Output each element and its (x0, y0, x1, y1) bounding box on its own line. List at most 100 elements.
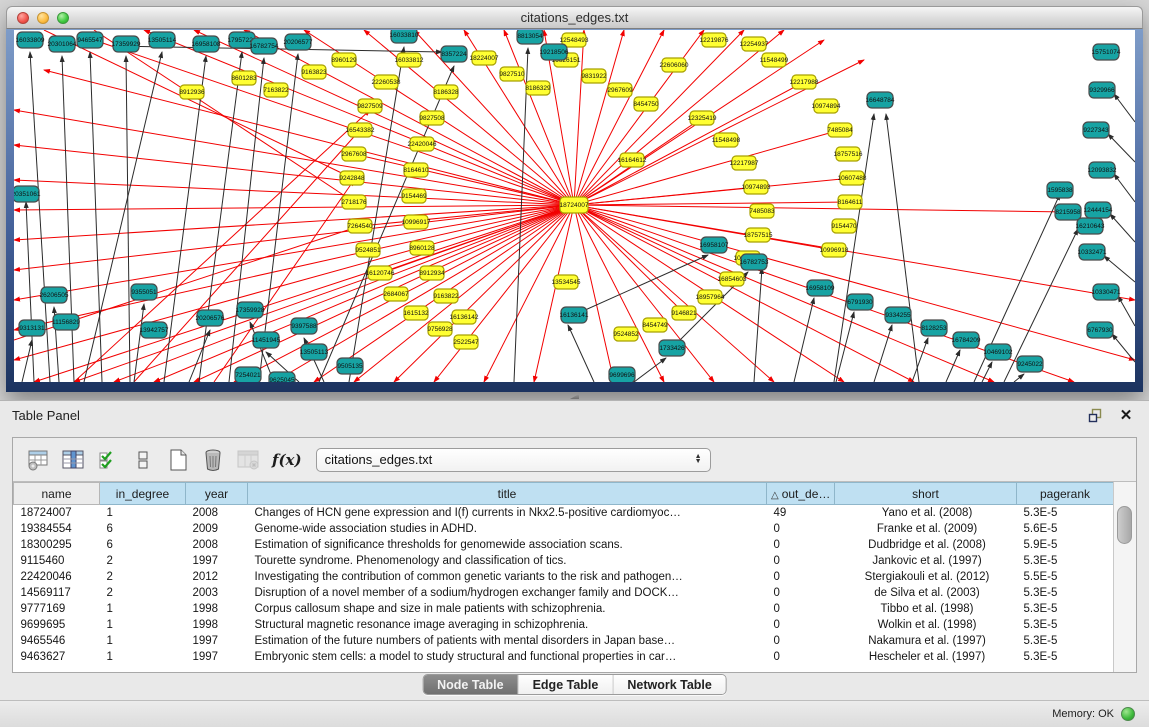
table-row[interactable]: 1456911722003Disruption of a novel membe… (14, 585, 1114, 601)
graph-node[interactable]: 12217987 (730, 156, 759, 170)
graph-node[interactable]: 8813054 (517, 30, 543, 44)
table-row[interactable]: 977716911998Corpus callosum shape and si… (14, 601, 1114, 617)
table-cell[interactable]: 5.9E-5 (1017, 537, 1114, 553)
graph-node[interactable]: 7163822 (263, 83, 289, 97)
graph-node[interactable]: 16854603 (718, 272, 747, 286)
table-cell[interactable]: Estimation of significance thresholds fo… (248, 537, 767, 553)
graph-node[interactable]: 17359929 (112, 36, 141, 52)
graph-node[interactable]: 9524851 (355, 243, 381, 257)
table-selector-dropdown[interactable]: citations_edges.txt ▲▼ (316, 448, 711, 472)
graph-node[interactable]: 20351061 (14, 186, 41, 202)
graph-node[interactable]: 9163823 (301, 65, 327, 79)
network-canvas[interactable]: 1603381222260538982750916543382296760892… (14, 30, 1135, 382)
graph-node[interactable]: 16958108 (192, 36, 221, 52)
table-cell[interactable]: Tourette syndrome. Phenomenology and cla… (248, 553, 767, 569)
table-cell[interactable]: 18300295 (14, 537, 100, 553)
graph-node[interactable]: 10974893 (742, 180, 771, 194)
tab-node-table[interactable]: Node Table (423, 675, 518, 694)
graph-node[interactable]: 7485084 (827, 123, 853, 137)
table-cell[interactable]: 9777169 (14, 601, 100, 617)
tab-network-table[interactable]: Network Table (613, 675, 726, 694)
tab-edge-table[interactable]: Edge Table (519, 675, 614, 694)
table-cell[interactable]: Yano et al. (2008) (835, 505, 1017, 521)
graph-node[interactable]: 11548498 (712, 133, 741, 147)
table-cell[interactable]: 0 (767, 601, 835, 617)
float-panel-icon[interactable] (1085, 406, 1107, 424)
graph-node[interactable]: 10607488 (838, 171, 867, 185)
graph-node[interactable]: 2718176 (341, 195, 367, 209)
table-cell[interactable]: 5.3E-5 (1017, 633, 1114, 649)
graph-node[interactable]: 22420046 (408, 137, 437, 151)
graph-node[interactable]: 16782754 (250, 38, 279, 54)
table-cell[interactable]: Embryonic stem cells: a model to study s… (248, 649, 767, 665)
zoom-window-button[interactable] (57, 12, 69, 24)
graph-node[interactable]: 20206577 (284, 34, 313, 50)
graph-node[interactable]: 16648784 (866, 92, 895, 108)
graph-node[interactable]: 7485083 (749, 204, 775, 218)
graph-node[interactable]: 9524852 (613, 327, 639, 341)
table-cell[interactable]: Stergiakouli et al. (2012) (835, 569, 1017, 585)
graph-node[interactable]: 12254937 (740, 37, 769, 51)
graph-node[interactable]: 8912936 (179, 85, 205, 99)
table-cell[interactable]: 2 (100, 585, 186, 601)
table-cell[interactable]: 6 (100, 521, 186, 537)
table-cell[interactable]: 19384554 (14, 521, 100, 537)
graph-node[interactable]: 8164610 (403, 163, 429, 177)
column-header-year[interactable]: year (186, 483, 248, 505)
graph-node[interactable]: 6767930 (1087, 322, 1113, 338)
table-cell[interactable]: 0 (767, 585, 835, 601)
column-header-name[interactable]: name (14, 483, 100, 505)
graph-node[interactable]: 9625045 (269, 372, 295, 382)
graph-node[interactable]: 12325419 (688, 111, 717, 125)
table-row[interactable]: 1872400712008Changes of HCN gene express… (14, 505, 1114, 521)
table-cell[interactable]: 1 (100, 633, 186, 649)
graph-node[interactable]: 9242848 (339, 171, 365, 185)
table-cell[interactable]: Disruption of a novel member of a sodium… (248, 585, 767, 601)
graph-node[interactable]: 11548499 (760, 53, 789, 67)
graph-node[interactable]: 18757515 (744, 228, 773, 242)
table-cell[interactable]: de Silva et al. (2003) (835, 585, 1017, 601)
graph-node[interactable]: 7264540 (347, 219, 373, 233)
graph-node[interactable]: 2967609 (607, 83, 633, 97)
table-cell[interactable]: Franke et al. (2009) (835, 521, 1017, 537)
graph-node[interactable]: 17359928 (236, 302, 265, 318)
table-cell[interactable]: 2008 (186, 505, 248, 521)
graph-node[interactable]: 8215958 (1055, 204, 1081, 220)
graph-node[interactable]: 9699696 (609, 367, 635, 382)
graph-node[interactable]: 16210643 (1076, 218, 1105, 234)
graph-node[interactable]: 20301064 (48, 36, 77, 52)
graph-node[interactable]: 16164612 (618, 153, 647, 167)
graph-node[interactable]: 10996918 (820, 243, 849, 257)
graph-node[interactable]: 8912934 (419, 266, 445, 280)
graph-node[interactable]: 8454749 (642, 318, 668, 332)
graph-node[interactable]: 12093832 (1088, 162, 1117, 178)
graph-node[interactable]: 1733426 (659, 340, 685, 356)
graph-node[interactable]: 9163822 (433, 289, 459, 303)
table-cell[interactable]: Dudbridge et al. (2008) (835, 537, 1017, 553)
column-header-title[interactable]: title (248, 483, 767, 505)
table-cell[interactable]: 5.6E-5 (1017, 521, 1114, 537)
graph-node[interactable]: 16784209 (952, 332, 981, 348)
graph-node[interactable]: 9827510 (499, 67, 525, 81)
scrollbar-thumb[interactable] (1117, 506, 1132, 544)
table-cell[interactable]: Corpus callosum shape and size in male p… (248, 601, 767, 617)
function-builder-icon[interactable]: f(x) (272, 451, 302, 469)
table-cell[interactable]: 5.3E-5 (1017, 601, 1114, 617)
column-header-in_degree[interactable]: in_degree (100, 483, 186, 505)
graph-node[interactable]: 22606060 (660, 58, 689, 72)
graph-node[interactable]: 8128253 (921, 320, 947, 336)
table-cell[interactable]: Genome-wide association studies in ADHD. (248, 521, 767, 537)
new-table-icon[interactable] (163, 446, 193, 474)
table-row[interactable]: 946362711997Embryonic stem cells: a mode… (14, 649, 1114, 665)
graph-node[interactable]: 16033809 (16, 32, 45, 48)
table-cell[interactable]: 1998 (186, 617, 248, 633)
graph-node[interactable]: 2684067 (383, 287, 409, 301)
table-cell[interactable]: Wolkin et al. (1998) (835, 617, 1017, 633)
graph-node[interactable]: 9397588 (291, 318, 317, 334)
graph-node[interactable]: 9827508 (419, 111, 445, 125)
graph-node[interactable]: 8164611 (838, 195, 863, 209)
graph-node[interactable]: 8601283 (231, 71, 257, 85)
graph-node[interactable]: 1595838 (1047, 182, 1073, 198)
table-cell[interactable]: 5.3E-5 (1017, 617, 1114, 633)
graph-node[interactable]: 13505113 (300, 344, 329, 360)
